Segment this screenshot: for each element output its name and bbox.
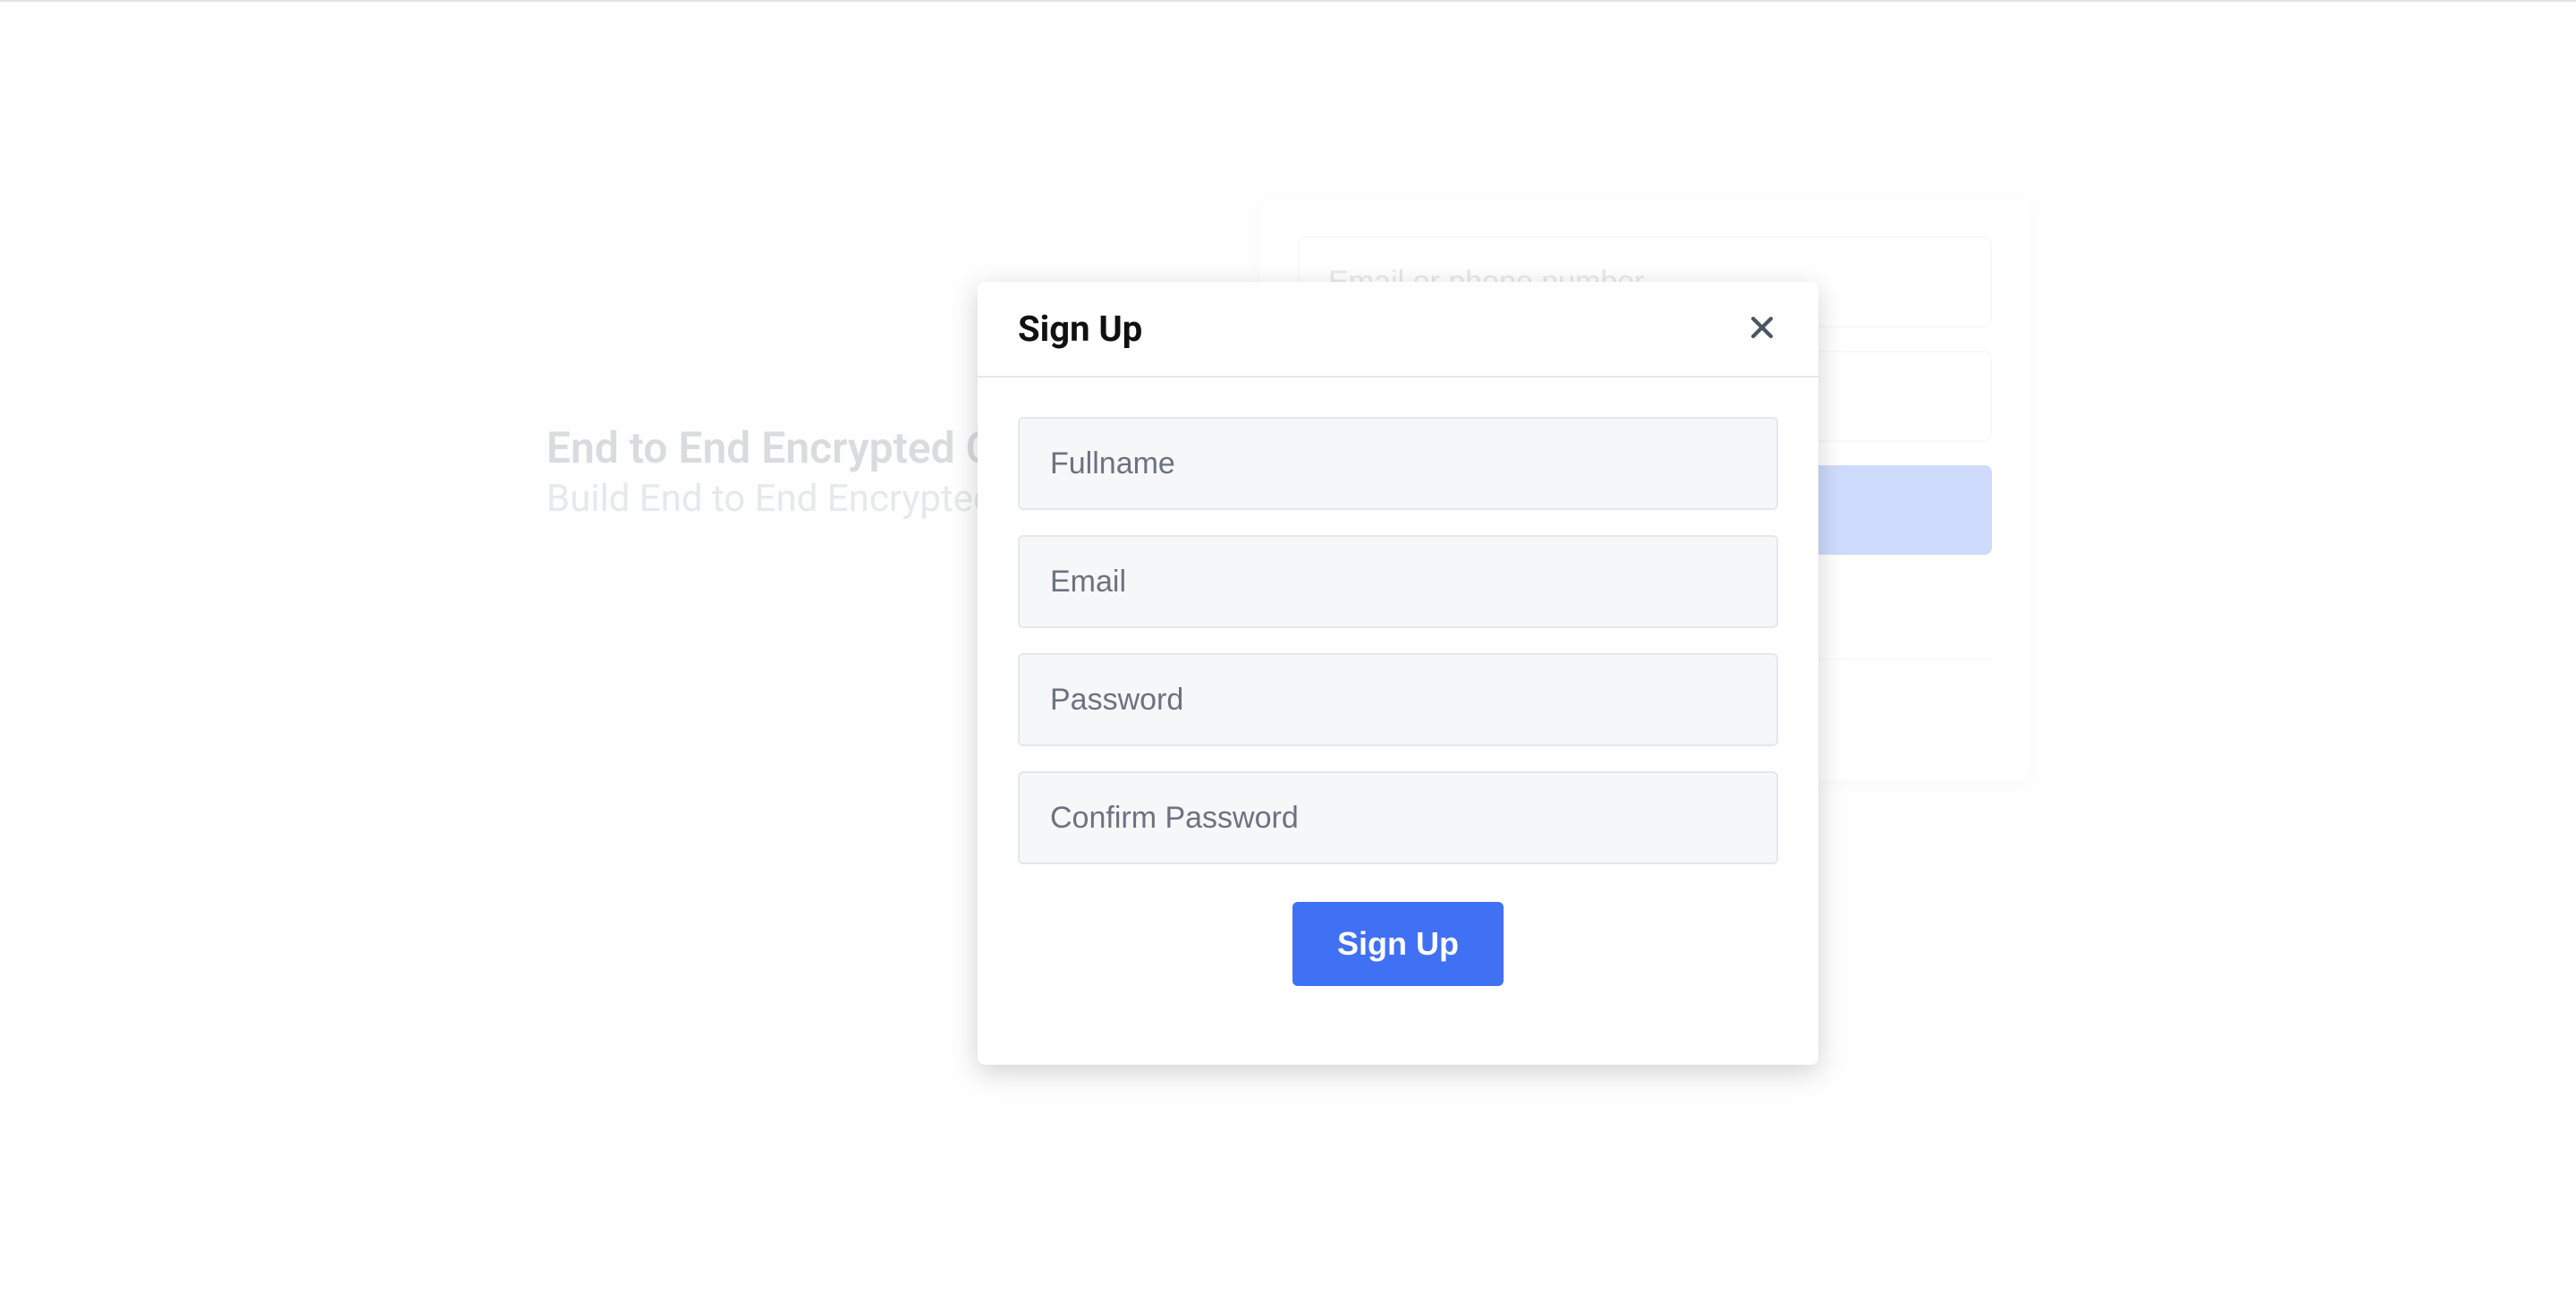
- password-input[interactable]: [1018, 653, 1778, 746]
- close-button[interactable]: [1741, 307, 1783, 351]
- fullname-input[interactable]: [1018, 417, 1778, 510]
- close-icon: [1747, 312, 1777, 345]
- modal-header: Sign Up: [978, 282, 1818, 378]
- signup-button[interactable]: Sign Up: [1292, 902, 1504, 986]
- email-input[interactable]: [1018, 535, 1778, 628]
- modal-body: Sign Up: [978, 378, 1818, 1065]
- confirm-password-input[interactable]: [1018, 771, 1778, 864]
- signup-modal: Sign Up Sign Up: [978, 282, 1818, 1065]
- modal-title: Sign Up: [1018, 308, 1142, 350]
